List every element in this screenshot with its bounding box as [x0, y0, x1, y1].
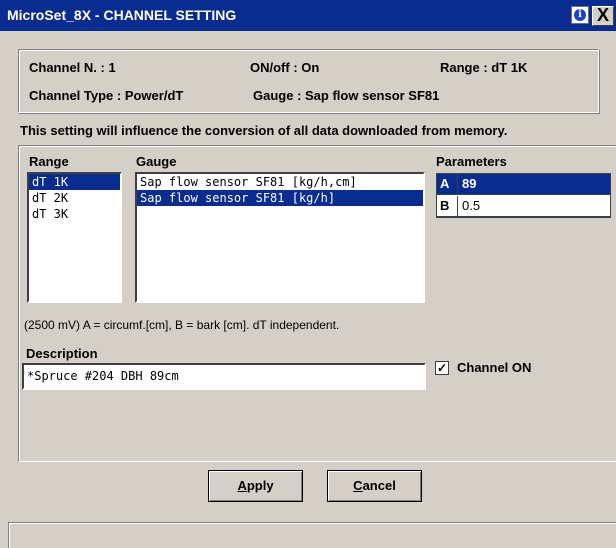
description-label: Description [26, 346, 98, 361]
apply-mnemonic: A [237, 478, 247, 493]
apply-button[interactable]: Apply [208, 470, 303, 502]
cancel-button[interactable]: Cancel [327, 470, 422, 502]
channel-on-checkbox[interactable]: ✓ [435, 361, 449, 375]
close-button[interactable]: X [592, 6, 614, 26]
gauge-list[interactable]: Sap flow sensor SF81 [kg/h,cm] Sap flow … [135, 172, 425, 303]
window-title: MicroSet_8X - CHANNEL SETTING [7, 7, 237, 23]
channel-setting-window: MicroSet_8X - CHANNEL SETTING i X Channe… [0, 0, 616, 548]
apply-label-rest: pply [246, 478, 274, 493]
parameter-value-a[interactable]: 89 [458, 174, 610, 195]
parameter-value-b[interactable]: 0.5 [458, 196, 610, 217]
range-item-dt-1k[interactable]: dT 1K [29, 174, 120, 190]
range-item-dt-2k[interactable]: dT 2K [29, 190, 120, 206]
parameter-key: B [437, 196, 458, 217]
on-off-label: ON/off : On [250, 60, 320, 75]
info-button[interactable]: i [571, 6, 589, 24]
cancel-label-rest: ancel [362, 478, 396, 493]
gauge-hint: (2500 mV) A = circumf.[cm], B = bark [cm… [24, 318, 340, 332]
parameter-key: A [437, 174, 458, 195]
parameters-label: Parameters [436, 154, 507, 169]
range-label: Range [29, 154, 69, 169]
status-bar [8, 522, 616, 548]
channel-type-label: Channel Type : Power/dT [29, 88, 184, 103]
gauge-label: Gauge [136, 154, 177, 169]
gauge-info-label: Gauge : Sap flow sensor SF81 [253, 88, 440, 103]
cancel-mnemonic: C [353, 478, 363, 493]
gauge-item-kg-h-cm[interactable]: Sap flow sensor SF81 [kg/h,cm] [137, 174, 423, 190]
range-info-label: Range : dT 1K [440, 60, 528, 75]
range-list[interactable]: dT 1K dT 2K dT 3K [27, 172, 122, 303]
parameter-row-b[interactable]: B 0.5 [437, 196, 610, 217]
channel-on-label: Channel ON [457, 360, 532, 375]
channel-info-panel: Channel N. : 1 ON/off : On Range : dT 1K… [18, 49, 599, 113]
info-icon: i [574, 9, 586, 21]
description-input[interactable]: *Spruce #204 DBH 89cm [22, 363, 426, 390]
parameters-grid[interactable]: A 89 B 0.5 [436, 173, 611, 218]
channel-number-label: Channel N. : 1 [29, 60, 116, 75]
gauge-item-kg-h[interactable]: Sap flow sensor SF81 [kg/h] [137, 190, 423, 206]
range-item-dt-3k[interactable]: dT 3K [29, 206, 120, 222]
conversion-notice: This setting will influence the conversi… [20, 123, 508, 138]
parameter-row-a[interactable]: A 89 [437, 174, 610, 195]
title-bar[interactable]: MicroSet_8X - CHANNEL SETTING i X [0, 0, 616, 31]
